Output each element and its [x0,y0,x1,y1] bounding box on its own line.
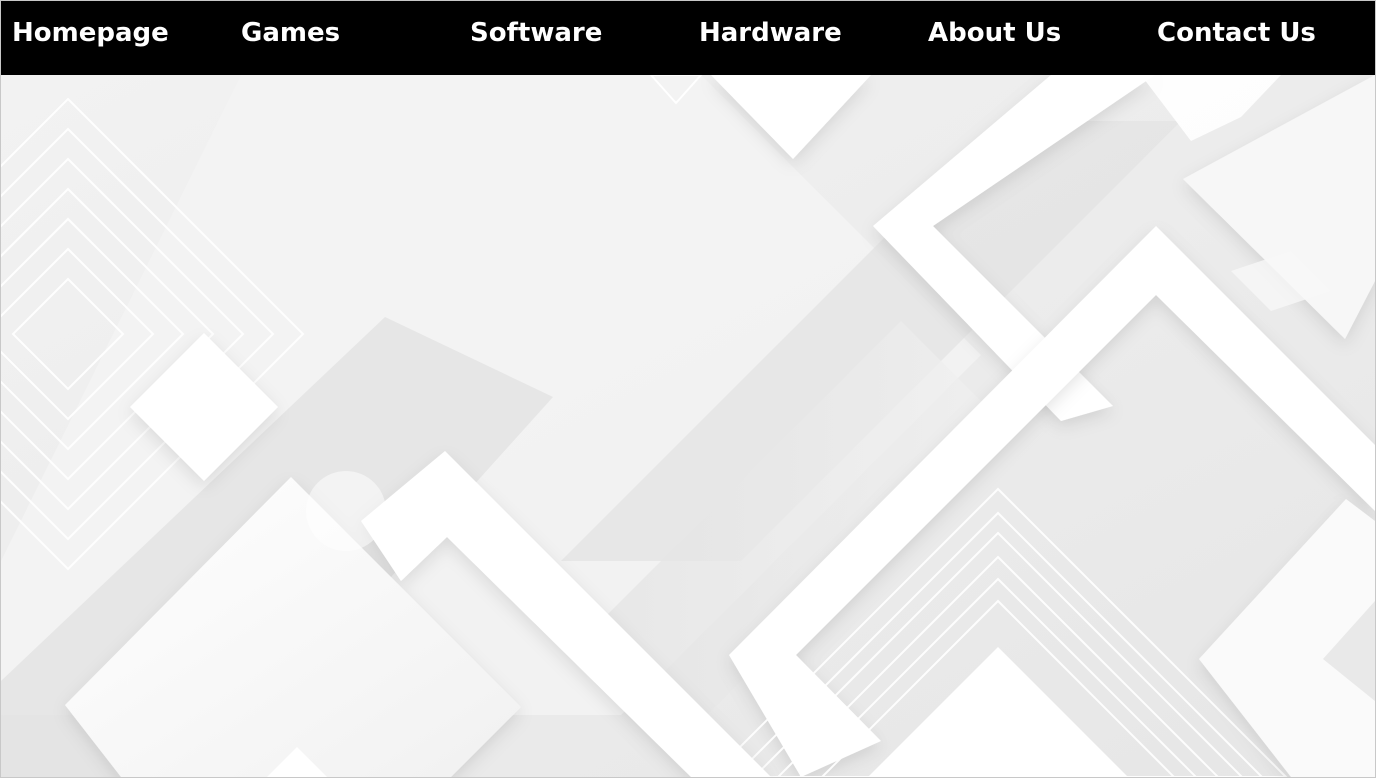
nav-link-about-us[interactable]: About Us [928,1,1061,67]
page: Homepage Games Software Hardware About U… [0,0,1376,778]
nav-link-hardware[interactable]: Hardware [699,1,842,67]
geometric-background-graphic [1,75,1375,777]
nav-link-contact-us[interactable]: Contact Us [1157,1,1316,67]
hero-background [1,75,1375,777]
top-navbar: Homepage Games Software Hardware About U… [1,1,1375,75]
nav-link-homepage[interactable]: Homepage [12,1,169,67]
nav-link-games[interactable]: Games [241,1,340,67]
nav-link-software[interactable]: Software [470,1,602,67]
